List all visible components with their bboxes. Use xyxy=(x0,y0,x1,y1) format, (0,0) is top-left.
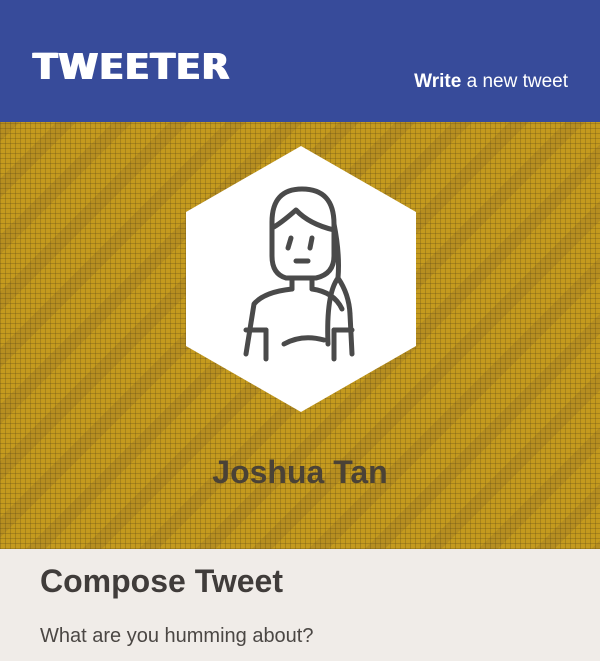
compose-title: Compose Tweet xyxy=(40,563,283,599)
write-link-bold: Write xyxy=(414,71,462,92)
profile-name: Joshua Tan xyxy=(212,454,388,490)
compose-section: Compose Tweet xyxy=(0,549,600,661)
profile-header: Joshua Tan xyxy=(0,122,600,549)
write-new-tweet-link[interactable]: Write a new tweet xyxy=(414,70,568,94)
user-avatar-icon xyxy=(186,146,416,412)
top-nav: TWEETER Write a new tweet xyxy=(0,0,600,122)
write-link-rest: a new tweet xyxy=(466,71,568,92)
tweet-input[interactable] xyxy=(40,619,560,653)
avatar xyxy=(184,144,418,414)
brand-logo[interactable]: TWEETER xyxy=(33,46,230,90)
